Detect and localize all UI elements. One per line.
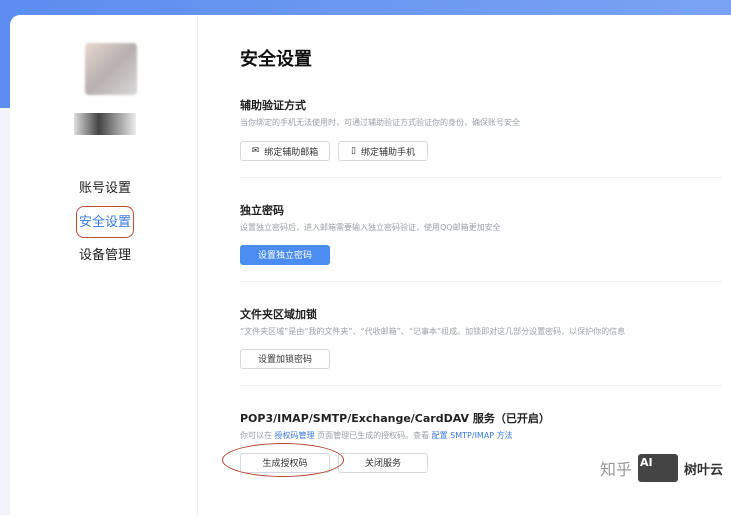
folder-lock-section: 文件夹区域加锁 “文件夹区域”是由“我的文件夹”、“代收邮箱”、“记事本”组成。… — [240, 306, 722, 369]
desc-text: 页面管理已生成的授权码。查看 — [314, 431, 432, 440]
zhihu-watermark: 知乎 — [599, 460, 632, 479]
sidebar: 账号设置 安全设置 设备管理 — [10, 15, 198, 515]
desc-text: 你可以在 — [240, 431, 275, 440]
section-desc: 你可以在 授权码管理 页面管理已生成的授权码。查看 配置 SMTP/IMAP 方… — [240, 430, 722, 441]
avatar — [85, 43, 137, 95]
section-desc: “文件夹区域”是由“我的文件夹”、“代收邮箱”、“记事本”组成。加锁即对这几部分… — [240, 327, 626, 336]
smtp-imap-config-link[interactable]: 配置 SMTP/IMAP 方法 — [432, 431, 513, 440]
sidebar-item-security[interactable]: 安全设置 — [76, 206, 134, 238]
auth-code-manage-link[interactable]: 授权码管理 — [275, 431, 315, 440]
section-title: 独立密码 — [240, 204, 284, 217]
set-password-button[interactable]: 设置独立密码 — [240, 244, 330, 265]
aux-verify-section: 辅助验证方式 当你绑定的手机无法使用时，可通过辅助验证方式验证你的身份，确保账号… — [240, 97, 722, 161]
phone-icon: ▯ — [351, 146, 356, 156]
section-desc: 设置独立密码后，进入邮箱需要输入独立密码验证，使用QQ邮箱更加安全 — [240, 223, 501, 232]
button-label: 绑定辅助邮箱 — [264, 147, 319, 158]
divider — [240, 385, 722, 386]
bind-email-button[interactable]: ✉ 绑定辅助邮箱 — [240, 141, 330, 161]
account-name-redacted — [74, 113, 136, 135]
mail-icon: ✉ — [251, 146, 260, 156]
highlight-circle — [222, 443, 344, 477]
sidebar-item-account[interactable]: 账号设置 — [76, 173, 134, 205]
divider — [240, 281, 722, 282]
brand-watermark: 树叶云 — [683, 462, 723, 478]
divider — [240, 177, 722, 178]
sidebar-item-devices[interactable]: 设备管理 — [76, 240, 134, 272]
section-desc: 当你绑定的手机无法使用时，可通过辅助验证方式验证你的身份，确保账号安全 — [240, 118, 520, 127]
bind-phone-button[interactable]: ▯ 绑定辅助手机 — [338, 141, 428, 161]
section-title: 文件夹区域加锁 — [240, 308, 317, 321]
ai-image-icon: AI — [637, 454, 678, 482]
section-title: 辅助验证方式 — [240, 99, 306, 112]
button-label: 绑定辅助手机 — [360, 147, 415, 158]
section-title: POP3/IMAP/SMTP/Exchange/CardDAV 服务（已开启） — [240, 412, 550, 425]
watermark: 知乎 AI 树叶云 — [600, 454, 723, 482]
close-service-button[interactable]: 关闭服务 — [338, 452, 428, 473]
independent-password-section: 独立密码 设置独立密码后，进入邮箱需要输入独立密码验证，使用QQ邮箱更加安全 设… — [240, 202, 722, 265]
page-title: 安全设置 — [240, 49, 312, 70]
settings-card: 账号设置 安全设置 设备管理 安全设置 辅助验证方式 当你绑定的手机无法使用时，… — [10, 15, 731, 515]
set-lock-password-button[interactable]: 设置加锁密码 — [240, 348, 330, 369]
